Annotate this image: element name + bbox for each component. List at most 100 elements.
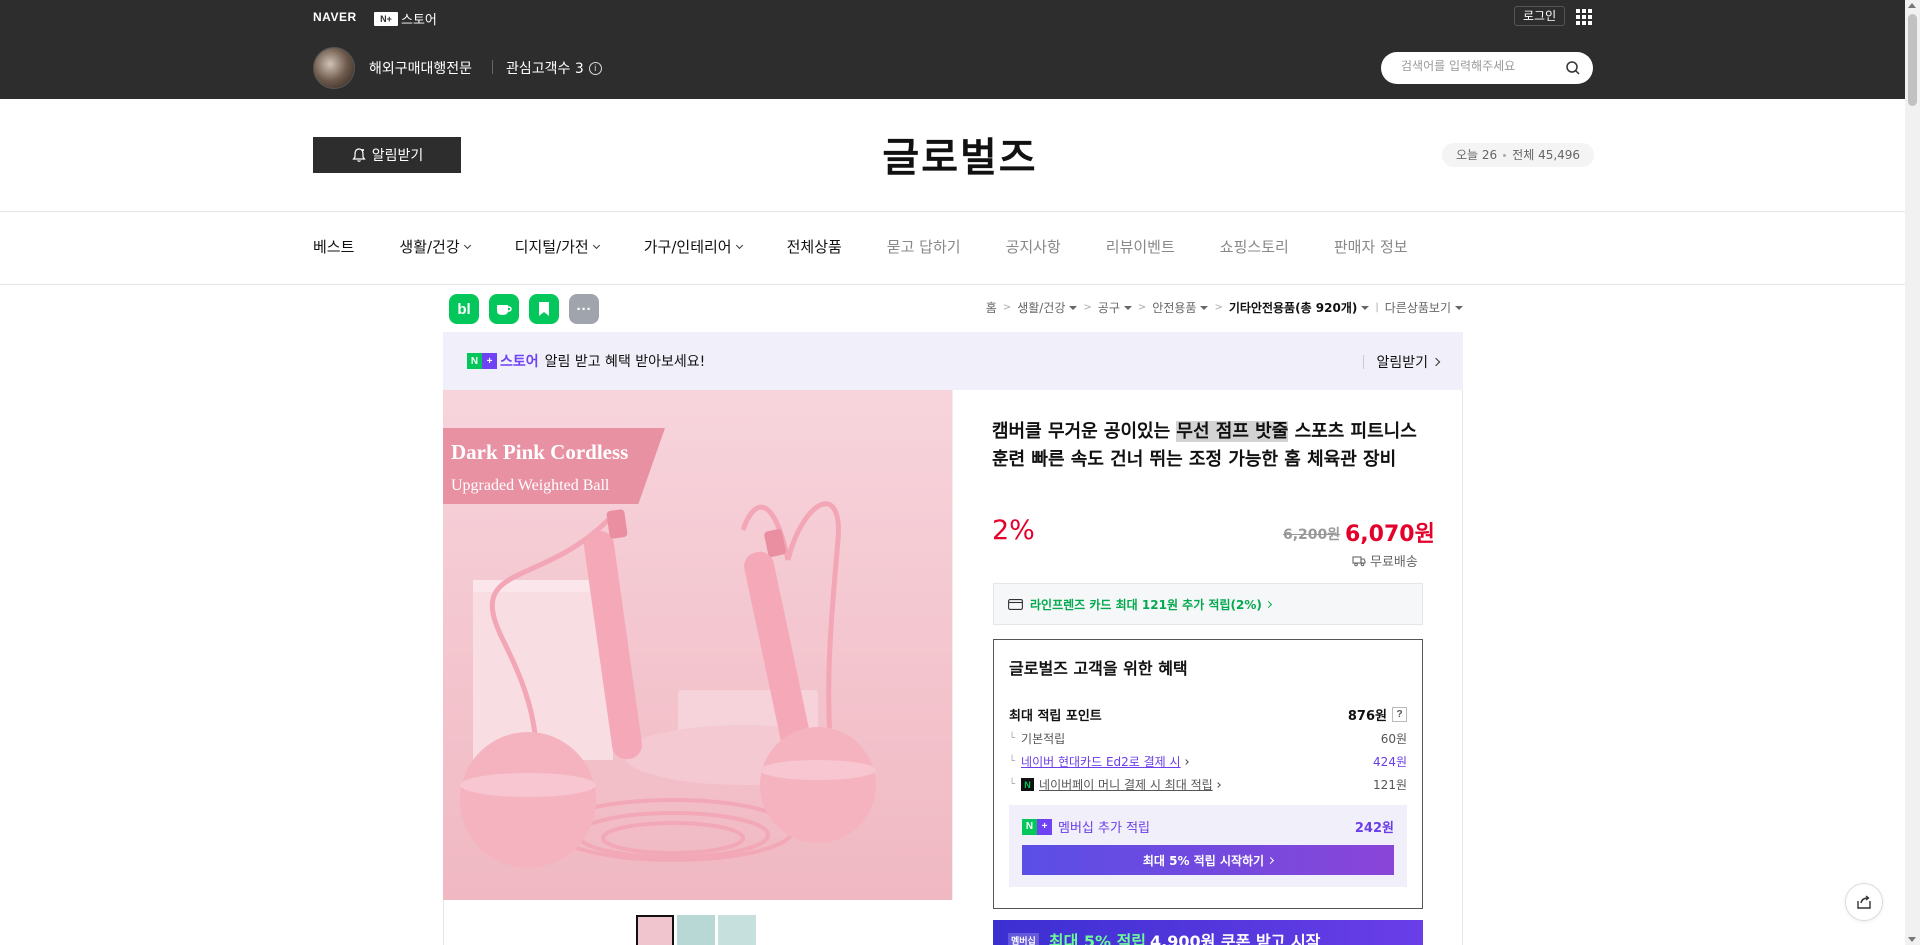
nav-item-notice[interactable]: 공지사항 <box>1006 236 1061 257</box>
search-input[interactable] <box>1401 59 1561 73</box>
app-grid-icon[interactable] <box>1576 9 1592 25</box>
login-button[interactable]: 로그인 <box>1514 6 1566 26</box>
floating-share-button[interactable] <box>1845 883 1883 921</box>
other-products-dropdown[interactable]: 다른상품보기 <box>1385 299 1463 316</box>
promo-banner: N + 스토어 알림 받고 혜택 받아보세요! 알림받기 <box>443 332 1463 390</box>
breadcrumb-label: 다른상품보기 <box>1384 301 1451 315</box>
caret-down-icon <box>1123 305 1132 310</box>
title-part: 캠버클 무거운 공이있는 <box>992 421 1177 442</box>
nav-item-seller-info[interactable]: 판매자 정보 <box>1334 236 1408 257</box>
nav-item-shopping-story[interactable]: 쇼핑스토리 <box>1220 236 1289 257</box>
max-points-label: 최대 적립 포인트 <box>1009 709 1102 724</box>
max-points-value: 876원 <box>1347 709 1387 724</box>
breadcrumb-separator: > <box>1002 302 1012 313</box>
membership-start-button[interactable]: 최대 5% 적립 시작하기 <box>1022 845 1394 875</box>
nav-item-all-products[interactable]: 전체상품 <box>787 236 842 257</box>
divider <box>492 60 493 74</box>
nav-item-review-event[interactable]: 리뷰이벤트 <box>1106 236 1175 257</box>
top-header: NAVER N+ 스토어 로그인 해외구매대행전문 관심고객수 3 i <box>0 0 1920 99</box>
search-icon[interactable] <box>1565 60 1581 76</box>
chevron-right-icon <box>1214 781 1221 788</box>
chevron-down-icon <box>463 241 471 249</box>
breadcrumb-category-3[interactable]: 안전용품 <box>1152 299 1209 316</box>
thumbnail[interactable] <box>677 915 715 945</box>
favorite-count: 관심고객수 3 i <box>506 58 602 78</box>
membership-tag: 멤버십 <box>1008 932 1039 945</box>
nav-label: 전체상품 <box>786 238 842 256</box>
vertical-scrollbar[interactable] <box>1905 0 1920 945</box>
membership-button-label: 최대 5% 적립 시작하기 <box>1142 853 1265 868</box>
chevron-right-icon <box>1264 600 1272 608</box>
card-benefit-link[interactable]: 라인프렌즈 카드 최대 121원 추가 적립(2%) <box>993 583 1423 625</box>
breadcrumb-home[interactable]: 홈 <box>986 299 997 316</box>
breadcrumb-separator: > <box>1083 302 1092 313</box>
nav-item-living-health[interactable]: 생활/건강 <box>399 236 471 257</box>
nav-item-qna[interactable]: 묻고 답하기 <box>887 236 961 257</box>
hyundai-card-link[interactable]: 네이버 현대카드 Ed2로 결제 시 <box>1021 753 1181 770</box>
nav-label: 생활/건강 <box>399 238 460 256</box>
alarm-label: 알림받기 <box>371 147 424 163</box>
breadcrumb-separator: > <box>1137 302 1147 313</box>
base-points-label: 기본적립 <box>1021 732 1066 746</box>
scrollbar-thumb[interactable] <box>1908 14 1917 106</box>
nav-item-digital[interactable]: 디지털/가전 <box>515 236 600 257</box>
promo-alarm-link[interactable]: 알림받기 <box>1363 352 1441 372</box>
product-title: 캠버클 무거운 공이있는 무선 점프 밧줄 스포츠 피트니스 훈련 빠른 속도 … <box>992 418 1426 474</box>
thumbnail[interactable] <box>636 915 674 945</box>
thumbnail-strip <box>636 915 759 945</box>
nav-label: 베스트 <box>313 238 355 256</box>
n-badge: N <box>1022 818 1037 835</box>
npay-points-value: 121원 <box>1373 778 1407 792</box>
scroll-down-arrow-icon[interactable] <box>1908 937 1916 942</box>
cafe-share-icon[interactable] <box>489 294 519 324</box>
nav-label: 가구/인테리어 <box>643 238 732 256</box>
alarm-subscribe-button[interactable]: 알림받기 <box>313 137 461 173</box>
coupon-highlight: 최대 5% 적립 <box>1048 932 1147 945</box>
nplus-badge: N + <box>1022 818 1052 835</box>
visitor-total: 전체 45,496 <box>1512 148 1581 162</box>
truck-icon <box>1352 555 1366 566</box>
bookmark-share-icon[interactable] <box>529 294 559 324</box>
plus-badge: + <box>1037 818 1052 835</box>
breadcrumb-separator: | <box>1375 302 1379 313</box>
store-name[interactable]: 해외구매대행전문 <box>369 58 472 78</box>
info-icon[interactable]: i <box>588 61 602 75</box>
divider <box>0 284 1920 285</box>
coupon-banner[interactable]: 멤버십 최대 5% 적립 4,900원 쿠폰 받고 시작 <box>993 920 1423 945</box>
more-icon[interactable]: ··· <box>569 294 599 324</box>
product-image[interactable]: Dark Pink Cordless Upgraded Weighted Bal… <box>443 390 953 900</box>
card-points-row: └ 네이버 현대카드 Ed2로 결제 시 424원 <box>1009 753 1407 770</box>
brand-title[interactable]: 글로벌즈 <box>882 135 1037 181</box>
share-icon <box>1857 895 1871 909</box>
thumbnail[interactable] <box>718 915 756 945</box>
help-icon[interactable]: ? <box>1392 707 1407 722</box>
scroll-up-arrow-icon[interactable] <box>1908 3 1916 8</box>
discount-rate: 2% <box>992 515 1035 546</box>
divider <box>1363 355 1365 369</box>
nav-item-best[interactable]: 베스트 <box>313 236 354 257</box>
nstore-logo[interactable]: N+ 스토어 <box>374 9 437 28</box>
store-avatar[interactable] <box>313 47 355 89</box>
share-icons: bl ··· <box>449 294 609 324</box>
nav-label: 묻고 답하기 <box>886 238 961 256</box>
coupon-main-text: 4,900원 쿠폰 받고 시작 <box>1150 932 1321 945</box>
original-price: 6,200원 <box>1283 527 1341 543</box>
blog-share-icon[interactable]: bl <box>449 294 479 324</box>
breadcrumb-label: 생활/건강 <box>1017 301 1066 315</box>
chevron-right-icon <box>1267 856 1275 864</box>
npay-money-link[interactable]: 네이버페이 머니 결제 시 최대 적립 <box>1039 776 1213 793</box>
breadcrumb-category-1[interactable]: 생활/건강 <box>1017 299 1078 316</box>
nav-item-furniture[interactable]: 가구/인테리어 <box>643 236 743 257</box>
max-points-row: 최대 적립 포인트 876원? <box>1009 705 1407 724</box>
credit-card-icon <box>1008 598 1023 610</box>
bell-icon <box>352 148 366 162</box>
promo-logo: N + 스토어 알림 받고 혜택 받아보세요! <box>467 351 705 371</box>
chevron-right-icon <box>1182 758 1189 765</box>
breadcrumb-category-4[interactable]: 기타안전용품(총 920개) <box>1229 299 1370 316</box>
promo-text: 알림 받고 혜택 받아보세요! <box>544 354 706 370</box>
favorite-count-label: 관심고객수 3 <box>506 61 584 77</box>
chevron-down-icon <box>592 241 600 249</box>
breadcrumb-category-2[interactable]: 공구 <box>1098 299 1132 316</box>
naver-logo[interactable]: NAVER <box>313 10 357 24</box>
category-nav: 베스트 생활/건강 디지털/가전 가구/인테리어 전체상품 묻고 답하기 공지사… <box>313 236 1453 257</box>
